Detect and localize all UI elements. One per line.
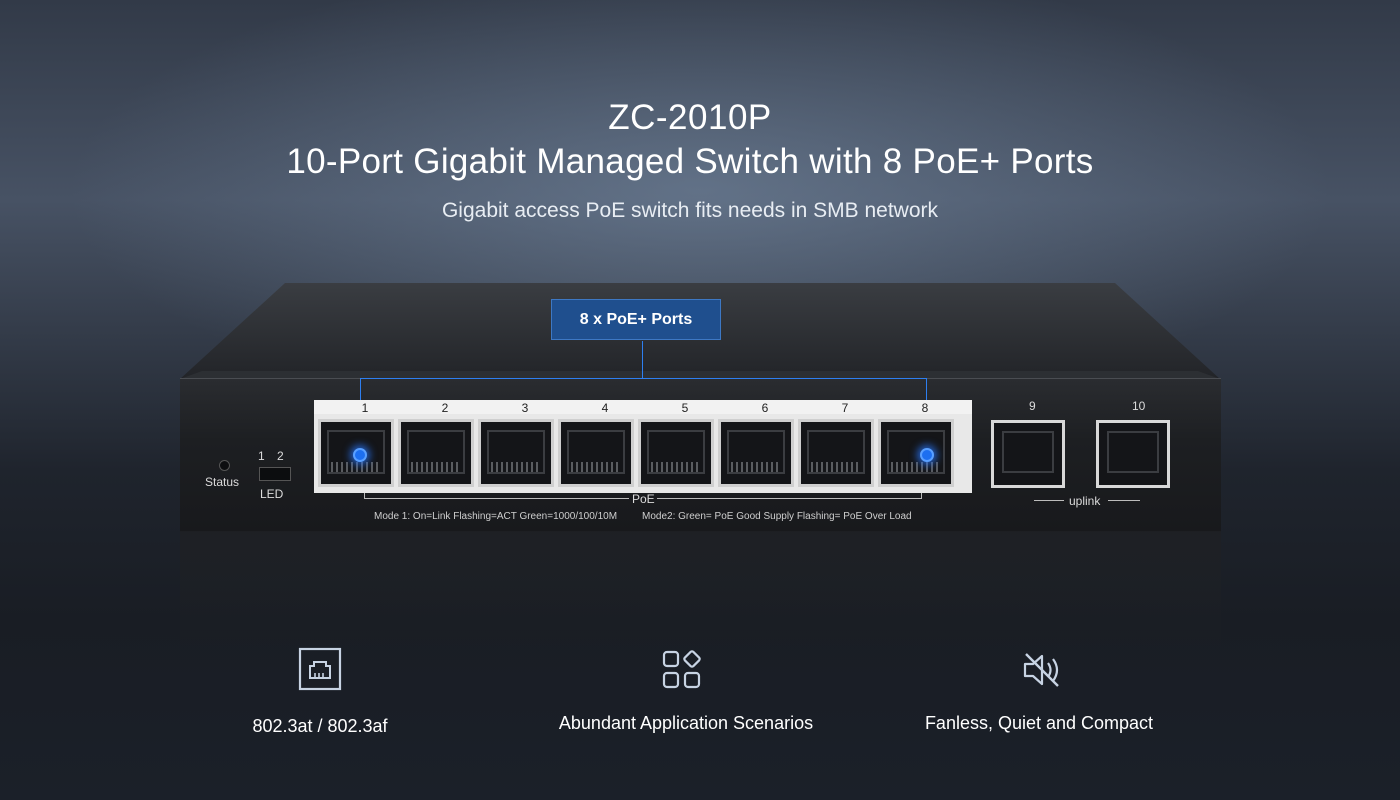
poe-bracket-tick-left — [364, 493, 365, 499]
product-title: 10-Port Gigabit Managed Switch with 8 Po… — [286, 142, 1094, 181]
rj45-port-8[interactable] — [878, 419, 954, 487]
mode1-legend: Mode 1: On=Link Flashing=ACT Green=1000/… — [374, 511, 618, 522]
ethernet-port-icon — [298, 647, 342, 691]
feature-label-fanless: Fanless, Quiet and Compact — [924, 713, 1154, 733]
uplink-number-10: 10 — [1132, 399, 1146, 413]
status-led-icon — [219, 460, 230, 471]
port-number-8: 8 — [921, 401, 929, 415]
speaker-muted-icon — [1023, 653, 1059, 687]
port-number-3: 3 — [521, 401, 529, 415]
uplink-bracket-right — [1108, 500, 1140, 501]
port-8-highlight-dot — [920, 448, 934, 462]
status-label: Status — [205, 475, 240, 489]
poe-bracket-right — [657, 498, 922, 499]
feature-label-scenarios: Abundant Application Scenarios — [558, 713, 814, 733]
rj45-port-4[interactable] — [558, 419, 634, 487]
port-number-1: 1 — [361, 401, 369, 415]
feature-label-standards: 802.3at / 802.3af — [252, 716, 388, 736]
led-number-2: 2 — [277, 449, 284, 463]
apps-grid-icon — [662, 650, 701, 689]
led-mode-toggle[interactable] — [259, 467, 291, 481]
port-1-highlight-dot — [353, 448, 367, 462]
port-number-6: 6 — [761, 401, 769, 415]
port-label-strip — [314, 400, 972, 414]
poe-ports-callout: 8 x PoE+ Ports — [551, 299, 721, 340]
poe-bracket-tick-right — [921, 493, 922, 499]
poe-label: PoE — [632, 492, 655, 506]
port-number-4: 4 — [601, 401, 609, 415]
poe-bracket-left — [364, 498, 629, 499]
rj45-uplink-port-10[interactable] — [1096, 420, 1170, 488]
product-subtitle: Gigabit access PoE switch fits needs in … — [441, 199, 939, 222]
port-number-5: 5 — [681, 401, 689, 415]
switch-reflection — [180, 531, 1221, 651]
mode2-legend: Mode2: Green= PoE Good Supply Flashing= … — [642, 511, 912, 522]
port-number-7: 7 — [841, 401, 849, 415]
rj45-port-7[interactable] — [798, 419, 874, 487]
product-model: ZC-2010P — [608, 98, 772, 137]
uplink-label: uplink — [1069, 494, 1101, 508]
uplink-number-9: 9 — [1029, 399, 1036, 413]
rj45-uplink-port-9[interactable] — [991, 420, 1065, 488]
uplink-bracket-left — [1034, 500, 1064, 501]
rj45-port-5[interactable] — [638, 419, 714, 487]
rj45-port-6[interactable] — [718, 419, 794, 487]
callout-stem — [642, 341, 643, 379]
port-number-2: 2 — [441, 401, 449, 415]
rj45-port-2[interactable] — [398, 419, 474, 487]
led-number-1: 1 — [258, 449, 265, 463]
led-label: LED — [260, 487, 284, 501]
rj45-port-3[interactable] — [478, 419, 554, 487]
